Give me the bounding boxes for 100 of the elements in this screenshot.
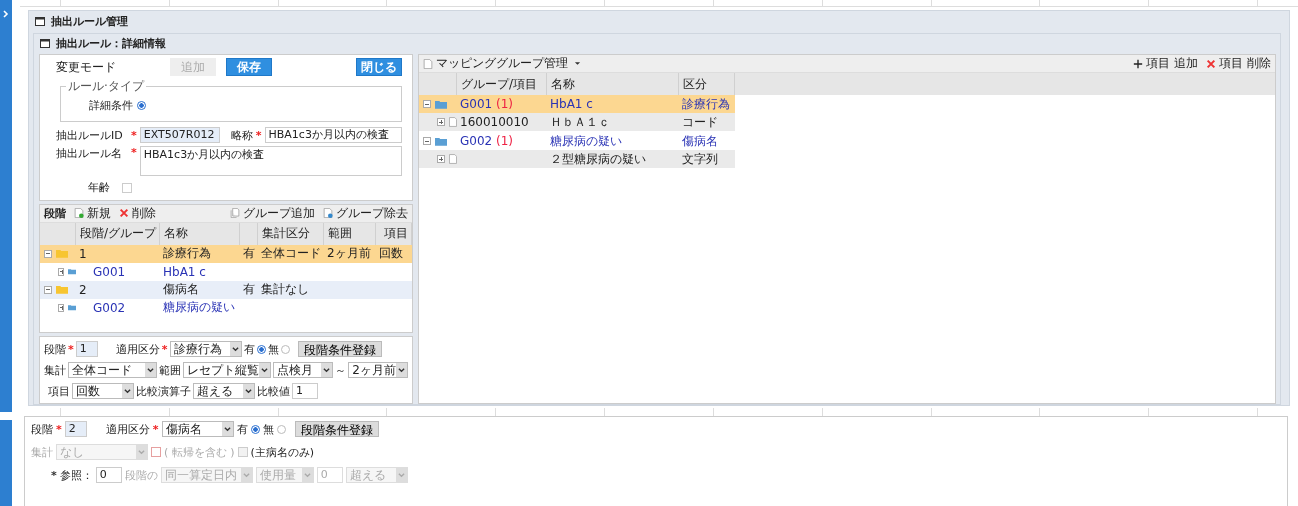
caret-icon <box>396 363 407 377</box>
mapping-menu[interactable]: マッピンググループ管理 <box>423 55 581 72</box>
window-icon <box>40 38 50 48</box>
aggregate-dropdown[interactable]: 全体コード <box>68 362 157 378</box>
range-dropdown[interactable]: レセプト縦覧 <box>182 362 272 378</box>
name-cell-text: ２型糖尿病の疑い <box>549 150 647 168</box>
delete-tool[interactable]: 削除 <box>119 204 156 222</box>
field-label: 抽出ルールID <box>56 127 124 143</box>
aggregate-cell-text: 集計なし <box>260 281 310 299</box>
stage-cell-text: 1 <box>78 246 88 261</box>
grid-title: 段階 <box>44 205 66 221</box>
required-mark: * <box>161 342 168 356</box>
item-cell-text: 回数 <box>378 245 404 263</box>
category-cell-text: 診療行為 <box>681 95 731 113</box>
required-mark: * <box>255 128 262 142</box>
required-mark: * <box>152 422 159 436</box>
caret-icon <box>321 363 333 377</box>
caret-icon <box>301 468 313 482</box>
register-button[interactable]: 段階条件登録 <box>297 341 382 357</box>
radio-button[interactable] <box>137 101 146 110</box>
name-cell-text: HbA1 c <box>162 264 207 279</box>
caret-icon <box>259 363 271 377</box>
expand-toggle[interactable] <box>437 118 445 126</box>
field-label: 参照： <box>59 467 93 483</box>
copy-icon <box>230 208 240 219</box>
caret-icon <box>243 384 254 398</box>
expand-toggle[interactable] <box>58 303 64 312</box>
document-add-icon <box>323 208 333 219</box>
folder-icon <box>56 285 68 295</box>
add-item-tool[interactable]: 項目 追加 <box>1133 55 1199 72</box>
flag-cell-text: 有 <box>242 281 256 299</box>
column-header[interactable]: 範囲 <box>324 222 376 245</box>
group-row[interactable]: G001 HbA1 c <box>40 262 412 281</box>
checkbox-label: ( 転帰を含む ) <box>164 444 235 460</box>
group-row[interactable]: G002 (1) 糖尿病の疑い 傷病名 <box>419 132 735 150</box>
name-cell-text: 糖尿病の疑い <box>162 299 236 317</box>
panel-title: 抽出ルール：詳細情報 <box>56 35 166 51</box>
column-header[interactable]: 集計区分 <box>258 222 324 245</box>
range-to-dropdown[interactable]: 2ヶ月前 <box>348 362 408 378</box>
field-label: 年齢 <box>88 180 110 195</box>
item-row[interactable]: 160010010 ＨｂＡ１ｃ コード <box>419 113 735 132</box>
aggregate-cell-text: 全体コード <box>260 245 322 263</box>
radio-button[interactable] <box>256 344 266 354</box>
delete-item-tool[interactable]: 項目 削除 <box>1206 55 1271 72</box>
folder-icon <box>56 249 68 259</box>
range-from-dropdown[interactable]: 点検月 <box>273 362 334 378</box>
checkbox-label: (主病名のみ) <box>250 444 315 460</box>
group-row[interactable]: G002 糖尿病の疑い <box>40 298 412 317</box>
caret-icon <box>221 422 233 436</box>
group-id-cell-text: G001 <box>92 264 127 279</box>
operator-dropdown[interactable]: 超える <box>193 383 255 399</box>
delete-icon <box>1206 58 1217 69</box>
option-label: 詳細条件 <box>89 98 133 113</box>
stage-field[interactable]: 1 <box>75 341 98 357</box>
group-add-tool[interactable]: グループ追加 <box>230 204 315 222</box>
group-row[interactable]: G001 (1) HbA1 c 診療行為 <box>419 95 735 113</box>
age-checkbox[interactable] <box>122 182 132 193</box>
window-icon <box>35 16 45 26</box>
name-cell-text: ＨｂＡ１ｃ <box>549 113 611 131</box>
rule-name-field[interactable]: HBA1c3か月以内の検査 <box>139 146 402 176</box>
field-label: 段階 <box>31 421 53 437</box>
collapse-toggle[interactable] <box>44 249 52 258</box>
caret-icon <box>229 342 241 356</box>
folder-icon <box>435 99 447 109</box>
column-header[interactable]: 項目 <box>376 222 412 245</box>
field-label: 適用区分 <box>115 341 160 357</box>
field-label: 適用区分 <box>105 421 150 437</box>
compare-field[interactable]: 1 <box>292 383 318 399</box>
item-dropdown[interactable]: 回数 <box>72 383 134 399</box>
mode-label: 変更モード <box>56 58 117 76</box>
tilde-label: ～ <box>335 362 347 378</box>
radio-label: 無 <box>262 421 274 437</box>
collapse-toggle[interactable] <box>423 137 431 145</box>
collapse-toggle[interactable] <box>423 100 431 108</box>
panel-title: 抽出ルール管理 <box>51 13 128 29</box>
chevron-right-icon[interactable] <box>3 10 9 18</box>
name-cell-text: HbA1 c <box>549 97 594 111</box>
caret-icon <box>240 468 252 482</box>
field-label: 段階の <box>124 467 158 483</box>
field-label: 抽出ルール名 <box>56 146 123 161</box>
expand-toggle[interactable] <box>58 267 64 276</box>
radio-label: 有 <box>236 421 248 437</box>
short-name-field[interactable]: HBA1c3か月以内の検査 <box>264 127 402 143</box>
item-row[interactable]: ２型糖尿病の疑い 文字列 <box>419 150 735 169</box>
new-tool[interactable]: 新規 <box>74 204 111 222</box>
expand-toggle[interactable] <box>437 155 445 163</box>
column-header[interactable]: 段階/グループ <box>76 222 160 245</box>
caret-icon <box>122 384 133 398</box>
apply-dropdown[interactable]: 診療行為 <box>169 341 242 357</box>
required-mark: * <box>131 146 137 159</box>
stage-row[interactable]: 2 傷病名 有 集計なし <box>40 280 412 299</box>
field-label: 段階 <box>44 341 66 357</box>
caret-icon <box>144 363 156 377</box>
rule-id-field[interactable]: EXT507R012 <box>139 127 220 143</box>
group-remove-tool[interactable]: グループ除去 <box>323 204 408 222</box>
column-header[interactable]: 名称 <box>160 222 240 245</box>
radio-button[interactable] <box>280 344 290 354</box>
group-id-cell-text: G002 <box>92 300 127 315</box>
plus-icon <box>1133 58 1144 69</box>
collapse-toggle[interactable] <box>44 285 52 294</box>
